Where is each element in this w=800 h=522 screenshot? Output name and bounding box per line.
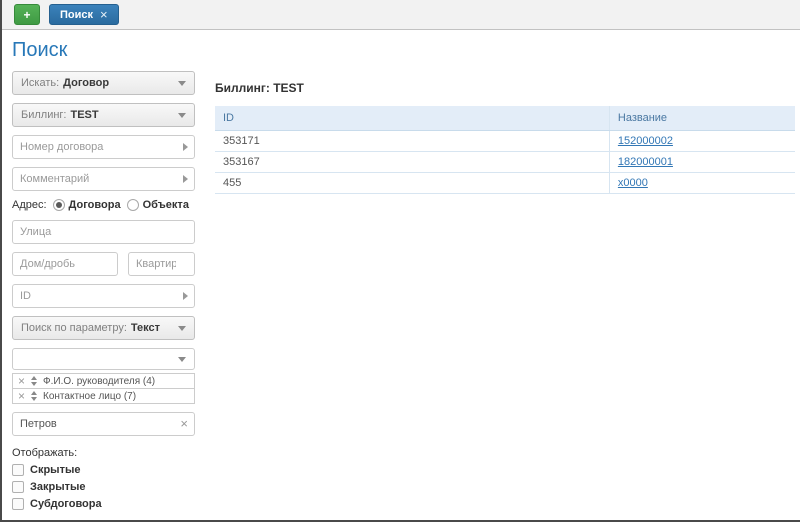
param-search-label: Поиск по параметру: [21,322,127,334]
results-table: ID Название 353171 152000002 353167 1820… [215,106,795,194]
result-link[interactable]: 152000002 [618,135,673,147]
table-row: 455 x0000 [215,173,795,194]
apartment-input[interactable] [128,252,195,276]
address-radio-contract-label: Договора [69,199,121,211]
page-title: Поиск [12,39,800,62]
address-radio-group: Адрес: Договора Объекта [12,199,195,211]
add-tab-button[interactable]: + [14,4,40,25]
column-header-name: Название [609,106,795,131]
table-row: 353171 152000002 [215,131,795,152]
clear-input-icon[interactable]: × [180,417,188,430]
chevron-down-icon [178,81,186,86]
cell-id: 353167 [215,152,609,173]
result-link[interactable]: 182000001 [618,156,673,168]
remove-icon[interactable]: × [18,390,25,402]
param-value-field: × [12,412,195,436]
comment-field [12,167,195,191]
search-type-select[interactable]: Искать: Договор [12,71,195,95]
cell-id: 455 [215,173,609,194]
address-radio-object-label: Объекта [143,199,189,211]
id-field [12,284,195,308]
sort-arrows-icon[interactable] [31,376,37,386]
address-radio-object[interactable] [127,199,139,211]
param-search-select[interactable]: Поиск по параметру: Текст [12,316,195,340]
search-type-label: Искать: [21,77,59,89]
column-header-id: ID [215,106,609,131]
remove-icon[interactable]: × [18,375,25,387]
house-apartment-row [12,252,195,284]
checkbox-row-hidden: Скрытые [12,464,195,476]
param-item-label: Ф.И.О. руководителя (4) [43,376,155,387]
contract-number-input[interactable] [12,135,195,159]
param-add-select[interactable] [12,348,195,370]
display-section-label: Отображать: [12,447,195,459]
results-panel: Биллинг: TEST ID Название 353171 1520000… [195,71,800,194]
billing-value: TEST [71,109,99,121]
tab-search-label: Поиск [60,9,93,21]
closed-checkbox-label: Закрытые [30,481,86,493]
billing-label: Биллинг: [21,109,67,121]
param-value-input[interactable] [12,412,195,436]
param-search-value: Текст [131,322,160,334]
apartment-field [128,252,195,276]
chevron-right-icon[interactable] [183,292,188,300]
subcontracts-checkbox-label: Субдоговора [30,498,102,510]
tab-bar: + Поиск × [2,0,800,30]
subcontracts-checkbox[interactable] [12,498,24,510]
comment-input[interactable] [12,167,195,191]
param-item-label: Контактное лицо (7) [43,391,136,402]
house-field [12,252,118,276]
table-row: 353167 182000001 [215,152,795,173]
contract-number-field [12,135,195,159]
checkbox-row-closed: Закрытые [12,481,195,493]
result-link[interactable]: x0000 [618,177,648,189]
search-type-value: Договор [63,77,109,89]
billing-select[interactable]: Биллинг: TEST [12,103,195,127]
tab-search[interactable]: Поиск × [49,4,119,25]
street-field [12,220,195,244]
tab-close-icon[interactable]: × [100,8,108,21]
hidden-checkbox-label: Скрытые [30,464,80,476]
chevron-right-icon[interactable] [183,175,188,183]
id-input[interactable] [12,284,195,308]
house-input[interactable] [12,252,118,276]
results-heading: Биллинг: TEST [215,81,795,95]
hidden-checkbox[interactable] [12,464,24,476]
chevron-down-icon [178,113,186,118]
closed-checkbox[interactable] [12,481,24,493]
cell-id: 353171 [215,131,609,152]
param-item-contact[interactable]: × Контактное лицо (7) [12,388,195,404]
param-item-fio[interactable]: × Ф.И.О. руководителя (4) [12,373,195,389]
chevron-down-icon [178,357,186,362]
table-header-row: ID Название [215,106,795,131]
chevron-down-icon [178,326,186,331]
search-form: Искать: Договор Биллинг: TEST [12,71,195,522]
address-label: Адрес: [12,199,47,211]
checkbox-row-subcontracts: Субдоговора [12,498,195,510]
street-input[interactable] [12,220,195,244]
chevron-right-icon[interactable] [183,143,188,151]
main-content: Поиск Искать: Договор Биллинг: TEST [2,30,800,522]
address-radio-contract[interactable] [53,199,65,211]
app-window: + Поиск × Поиск Искать: Договор Биллинг:… [0,0,800,522]
sort-arrows-icon[interactable] [31,391,37,401]
